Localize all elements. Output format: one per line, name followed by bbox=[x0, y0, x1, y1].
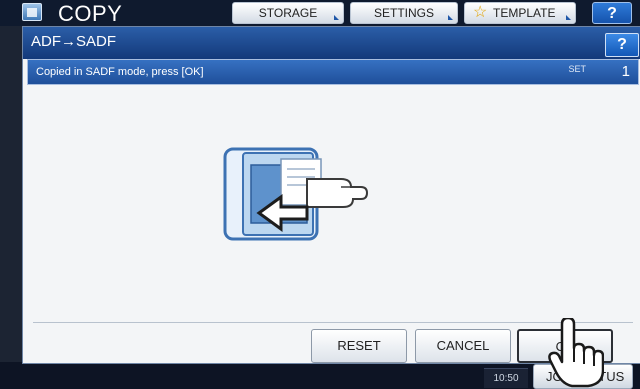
reset-button[interactable]: RESET bbox=[311, 329, 407, 363]
message-text: Copied in SADF mode, press [OK] bbox=[36, 66, 204, 78]
set-label: SET bbox=[568, 64, 586, 74]
tab-storage[interactable]: STORAGE bbox=[232, 2, 344, 24]
cancel-button[interactable]: CANCEL bbox=[415, 329, 511, 363]
tab-settings-label: SETTINGS bbox=[373, 6, 434, 20]
tab-arrow-icon bbox=[566, 15, 571, 20]
dialog-help-button[interactable]: ? bbox=[605, 33, 639, 57]
adf-sadf-dialog: ADF→SADF ? Copied in SADF mode, press [O… bbox=[22, 26, 640, 364]
top-bar: COPY STORAGE SETTINGS ☆ TEMPLATE ? bbox=[0, 0, 640, 26]
tab-arrow-icon bbox=[334, 15, 339, 20]
tab-storage-label: STORAGE bbox=[258, 6, 318, 20]
dialog-title-bar: ADF→SADF ? bbox=[23, 27, 640, 59]
button-divider bbox=[33, 322, 633, 323]
star-icon: ☆ bbox=[473, 4, 488, 21]
adf-to-sadf-illustration bbox=[223, 147, 369, 241]
set-count: 1 bbox=[621, 63, 630, 80]
tab-template-label: TEMPLATE bbox=[493, 6, 556, 20]
tab-template[interactable]: ☆ TEMPLATE bbox=[464, 2, 576, 24]
tab-arrow-icon bbox=[448, 15, 453, 20]
help-button[interactable]: ? bbox=[592, 2, 632, 24]
clock: 10:50 bbox=[484, 368, 528, 388]
hand-pointer-cursor bbox=[548, 318, 604, 388]
app-title: COPY bbox=[58, 1, 123, 26]
copy-app-icon bbox=[22, 3, 42, 21]
dialog-title: ADF→SADF bbox=[31, 33, 117, 50]
message-bar: Copied in SADF mode, press [OK] SET 1 bbox=[27, 59, 639, 85]
tab-settings[interactable]: SETTINGS bbox=[350, 2, 458, 24]
